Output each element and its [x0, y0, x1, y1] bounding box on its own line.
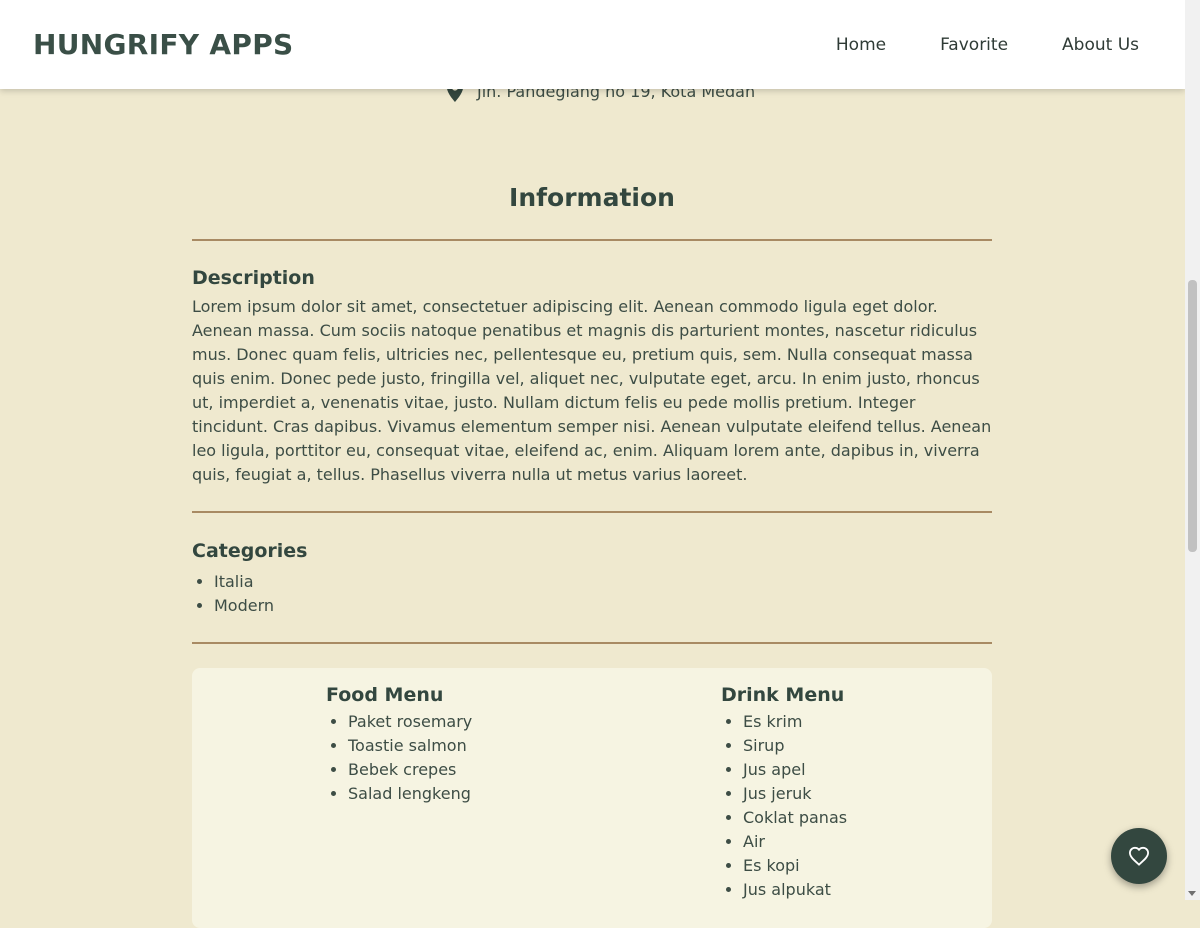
heart-icon [1128, 846, 1150, 866]
drink-item: Air [743, 830, 847, 854]
drink-item: Jus alpukat [743, 878, 847, 902]
category-item: Italia [214, 570, 274, 594]
drink-item: Es kopi [743, 854, 847, 878]
food-item: Toastie salmon [348, 734, 472, 758]
scrollbar-thumb[interactable] [1188, 280, 1197, 552]
category-item: Modern [214, 594, 274, 618]
drink-item: Coklat panas [743, 806, 847, 830]
app-header: HUNGRIFY APPS Home Favorite About Us [0, 0, 1185, 89]
favorite-button[interactable] [1111, 828, 1167, 884]
scroll-down-arrow-icon[interactable] [1188, 891, 1196, 896]
menu-card: Food Menu Paket rosemary Toastie salmon … [192, 668, 992, 928]
food-item: Paket rosemary [348, 710, 472, 734]
drink-menu-heading: Drink Menu [721, 684, 845, 706]
categories-heading: Categories [192, 540, 308, 562]
divider [192, 239, 992, 241]
nav-favorite-link[interactable]: Favorite [940, 35, 1008, 55]
drink-item: Jus apel [743, 758, 847, 782]
categories-list: Italia Modern [192, 570, 274, 618]
food-item: Salad lengkeng [348, 782, 472, 806]
food-menu: Food Menu Paket rosemary Toastie salmon … [326, 684, 472, 806]
drink-item: Es krim [743, 710, 847, 734]
description-text: Lorem ipsum dolor sit amet, consectetuer… [192, 297, 992, 484]
drink-menu-list: Es krim Sirup Jus apel Jus jeruk Coklat … [721, 710, 847, 902]
food-menu-list: Paket rosemary Toastie salmon Bebek crep… [326, 710, 472, 806]
description-heading: Description [192, 267, 315, 289]
divider [192, 511, 992, 513]
drink-menu: Drink Menu Es krim Sirup Jus apel Jus je… [721, 684, 847, 902]
drink-item: Jus jeruk [743, 782, 847, 806]
food-menu-heading: Food Menu [326, 684, 444, 706]
food-item: Bebek crepes [348, 758, 472, 782]
nav-home-link[interactable]: Home [836, 35, 886, 55]
information-title: Information [509, 183, 675, 212]
brand-logo[interactable]: HUNGRIFY APPS [33, 28, 294, 61]
drink-item: Sirup [743, 734, 847, 758]
main-nav: Home Favorite About Us [782, 35, 1139, 55]
divider [192, 642, 992, 644]
nav-about-link[interactable]: About Us [1062, 35, 1139, 55]
page-scrollbar[interactable] [1185, 0, 1200, 900]
